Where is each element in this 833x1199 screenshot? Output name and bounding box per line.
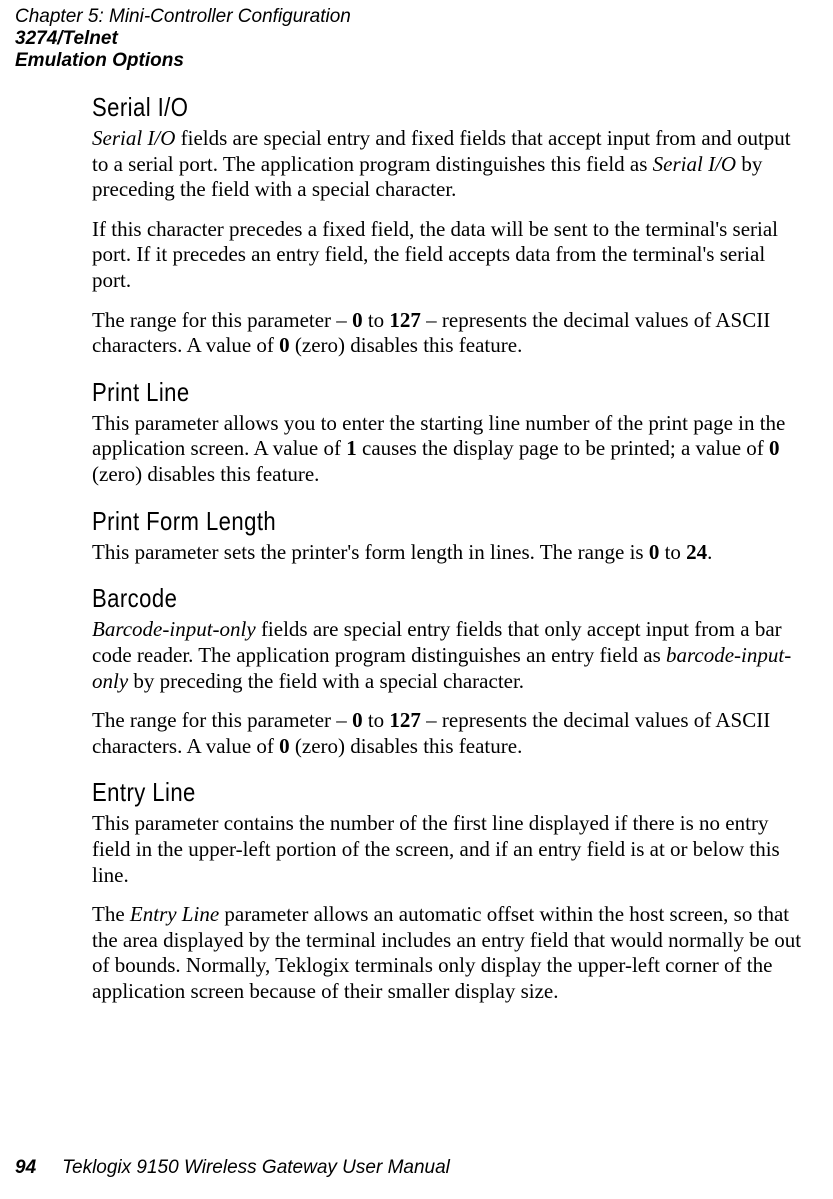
para-entry-line-2: The Entry Line parameter allows an autom…: [92, 902, 803, 1004]
text: .: [707, 540, 712, 564]
text: 0: [649, 540, 660, 564]
text: 0: [279, 734, 290, 758]
text: Barcode-input-only: [92, 617, 256, 641]
heading-serial-io: Serial I/O: [92, 92, 696, 123]
text: by preceding the field with a special ch…: [128, 669, 524, 693]
text: to: [363, 708, 390, 732]
heading-barcode: Barcode: [92, 583, 696, 614]
para-barcode-1: Barcode-input-only fields are special en…: [92, 617, 803, 694]
para-serial-io-3: The range for this parameter – 0 to 127 …: [92, 308, 803, 359]
text: 127: [389, 708, 421, 732]
page-footer: 94 Teklogix 9150 Wireless Gateway User Ma…: [15, 1157, 450, 1179]
heading-print-form-length: Print Form Length: [92, 506, 696, 537]
heading-print-line: Print Line: [92, 377, 696, 408]
para-print-form-length-1: This parameter sets the printer's form l…: [92, 540, 803, 566]
page-header: Chapter 5: Mini-Controller Configuration…: [15, 6, 351, 72]
text: 0: [769, 436, 780, 460]
heading-entry-line: Entry Line: [92, 777, 696, 808]
text: causes the display page to be printed; a…: [357, 436, 769, 460]
text: Entry Line: [130, 902, 219, 926]
text: 1: [346, 436, 357, 460]
text: Serial I/O: [653, 152, 736, 176]
header-chapter: Chapter 5: Mini-Controller Configuration: [15, 6, 351, 28]
text: to: [363, 308, 390, 332]
text: This parameter sets the printer's form l…: [92, 540, 649, 564]
text: The: [92, 902, 130, 926]
header-section-2: Emulation Options: [15, 50, 351, 72]
text: The range for this parameter –: [92, 708, 352, 732]
text: 0: [279, 333, 290, 357]
para-print-line-1: This parameter allows you to enter the s…: [92, 411, 803, 488]
text: 0: [352, 708, 363, 732]
header-section-1: 3274/Telnet: [15, 28, 351, 50]
page-number: 94: [15, 1157, 36, 1178]
text: 24: [686, 540, 707, 564]
text: Serial I/O: [92, 126, 175, 150]
para-entry-line-1: This parameter contains the number of th…: [92, 811, 803, 888]
text: to: [659, 540, 686, 564]
text: (zero) disables this feature.: [290, 734, 523, 758]
content: Serial I/O Serial I/O fields are special…: [92, 92, 803, 1019]
text: (zero) disables this feature.: [92, 462, 319, 486]
text: 127: [389, 308, 421, 332]
para-serial-io-2: If this character precedes a fixed field…: [92, 217, 803, 294]
text: (zero) disables this feature.: [290, 333, 523, 357]
text: 0: [352, 308, 363, 332]
para-serial-io-1: Serial I/O fields are special entry and …: [92, 126, 803, 203]
text: The range for this parameter –: [92, 308, 352, 332]
manual-title: Teklogix 9150 Wireless Gateway User Manu…: [62, 1157, 450, 1178]
para-barcode-2: The range for this parameter – 0 to 127 …: [92, 708, 803, 759]
page: Chapter 5: Mini-Controller Configuration…: [0, 0, 833, 1199]
